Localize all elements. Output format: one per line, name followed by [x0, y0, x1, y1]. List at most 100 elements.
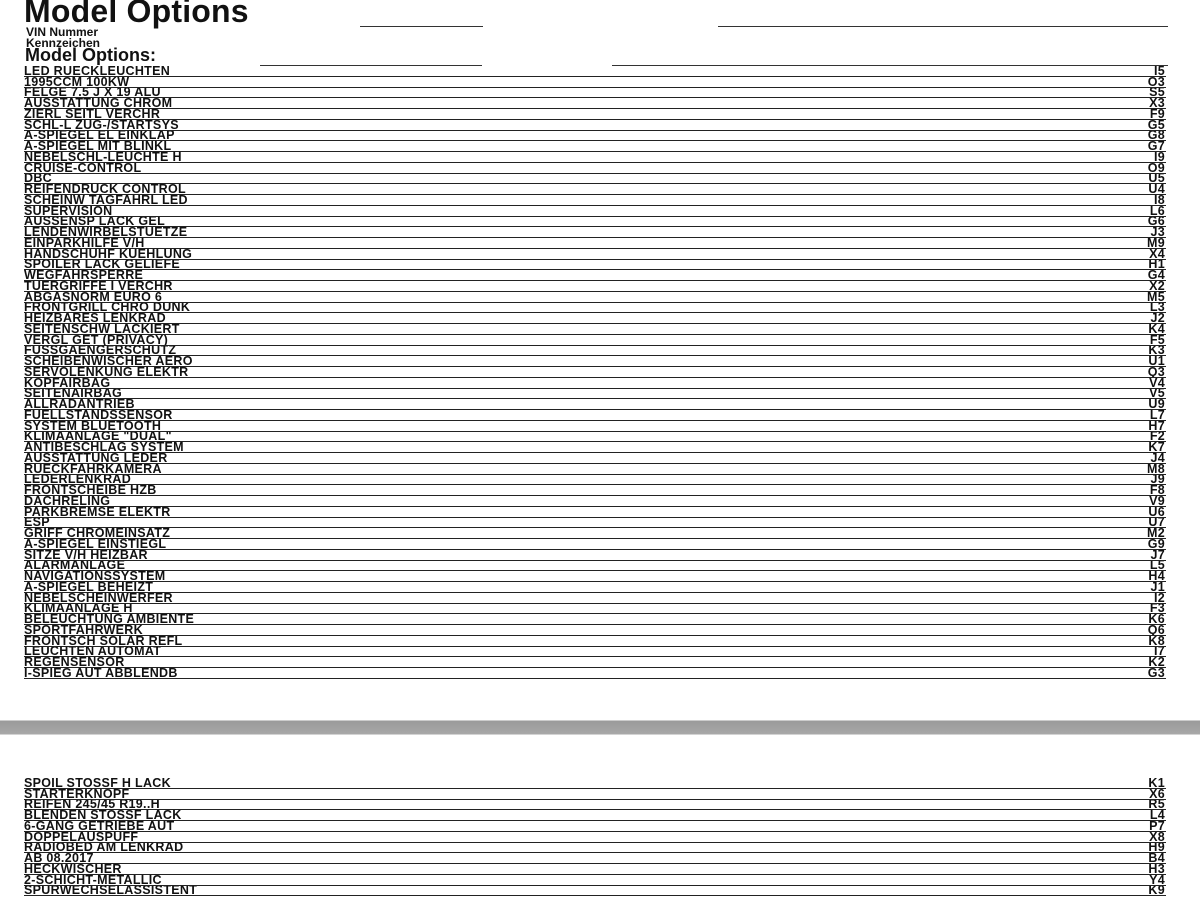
option-name: LED RUECKLEUCHTEN	[24, 66, 171, 77]
option-row: A-SPIEGEL EINSTIEGL G9	[24, 539, 1166, 550]
option-row: REIFENDRUCK CONTROL U4	[24, 184, 1166, 195]
option-row: DACHRELING V9	[24, 496, 1166, 507]
option-row: AUSSTATTUNG LEDER J4	[24, 453, 1166, 464]
option-name: KLIMAANLAGE "DUAL"	[24, 431, 172, 443]
options-list-continued: SPOIL STOSSF H LACK K1 STARTERKNOPF X6 REIFE…	[24, 778, 1166, 897]
option-name: BELEUCHTUNG AMBIENTE	[24, 614, 195, 625]
option-code: V4	[1149, 377, 1165, 389]
option-code: G5	[1147, 119, 1165, 131]
option-name: 1995CCM 100KW	[24, 76, 130, 88]
option-name: I-SPIEG AUT ABBLENDB	[24, 668, 178, 679]
option-name: SCHL-L ZUG-/STARTSYS	[24, 119, 179, 131]
option-row: BLENDEN STOSSF LACK L4	[24, 810, 1166, 821]
option-row: SPOILER LACK GELIEFE H1	[24, 260, 1166, 271]
option-name: SEITENAIRBAG	[24, 388, 123, 400]
option-code: X4	[1149, 248, 1165, 260]
option-code: G3	[1147, 668, 1165, 679]
option-name: DOPPELAUSPUFF	[24, 831, 139, 843]
option-row: SITZE V/H HEIZBAR J7	[24, 550, 1166, 561]
option-name: FUSSGAENGERSCHUTZ	[24, 345, 177, 357]
option-name: SITZE V/H HEIZBAR	[24, 549, 148, 561]
option-name: VERGL GET (PRIVACY)	[24, 334, 169, 346]
option-name: A-SPIEGEL MIT BLINKL	[24, 141, 172, 152]
option-code: H3	[1148, 864, 1165, 875]
option-name: DACHRELING	[24, 496, 111, 507]
option-name: 6-GANG GETRIEBE AUT	[24, 821, 175, 832]
option-row: SEITENAIRBAG V5	[24, 389, 1166, 400]
option-name: AUSSTATTUNG CHROM	[24, 98, 173, 109]
option-name: SPOILER LACK GELIEFE	[24, 259, 181, 271]
option-name: SCHEIBENWISCHER AERO	[24, 356, 193, 367]
option-name: LENDENWIRBELSTUETZE	[24, 227, 188, 238]
option-row: HANDSCHUHF KUEHLUNG X4	[24, 249, 1166, 260]
option-row: SPURWECHSELASSISTENT K9	[24, 886, 1166, 897]
option-row: ESP U7	[24, 518, 1166, 529]
option-code: R5	[1148, 799, 1165, 811]
option-code: X2	[1149, 281, 1165, 292]
option-code: X3	[1149, 98, 1165, 109]
option-row: RADIOBED AM LENKRAD H9	[24, 843, 1166, 854]
option-name: SPURWECHSELASSISTENT	[24, 885, 198, 897]
option-name: REGENSENSOR	[24, 657, 125, 668]
options-list: LED RUECKLEUCHTEN I5 1995CCM 100KW O3 FELGE …	[24, 66, 1166, 679]
option-code: X8	[1149, 831, 1165, 843]
option-row: REGENSENSOR K2	[24, 657, 1166, 668]
option-name: A-SPIEGEL EL EINKLAP	[24, 130, 175, 142]
option-code: H9	[1148, 842, 1165, 854]
option-row: ZIERL SEITL VERCHR F9	[24, 109, 1166, 120]
option-row: NEBELSCHL-LEUCHTE H I9	[24, 152, 1166, 163]
option-code: U9	[1148, 399, 1165, 410]
option-code: K9	[1148, 885, 1165, 897]
option-name: HANDSCHUHF KUEHLUNG	[24, 248, 193, 260]
option-row: NAVIGATIONSSYSTEM H4	[24, 571, 1166, 582]
option-name: GRIFF CHROMEINSATZ	[24, 528, 171, 539]
option-code: J4	[1150, 453, 1165, 464]
option-row: SEITENSCHW LACKIERT K4	[24, 324, 1166, 335]
option-name: 2-SCHICHT-METALLIC	[24, 874, 162, 886]
option-name: FELGE 7.5 J X 19 ALU	[24, 87, 161, 99]
option-code: K1	[1148, 778, 1165, 789]
option-name: NEBELSCHL-LEUCHTE H	[24, 152, 182, 163]
option-code: F9	[1149, 109, 1165, 120]
option-code: O3	[1147, 76, 1165, 88]
option-row: TUERGRIFFE I VERCHR X2	[24, 281, 1166, 292]
option-row: 2-SCHICHT-METALLIC Y4	[24, 875, 1166, 886]
model-options-heading: Model Options:	[25, 45, 156, 65]
option-name: KLIMAANLAGE H	[24, 603, 133, 615]
option-name: AUSSENSP LACK GEL	[24, 216, 166, 228]
option-code: G8	[1147, 130, 1165, 142]
option-code: U4	[1148, 184, 1165, 195]
option-row: KLIMAANLAGE H F3	[24, 604, 1166, 615]
option-code: L6	[1149, 205, 1165, 217]
option-row: FRONTGRILL CHRO DUNK L3	[24, 303, 1166, 314]
option-name: SYSTEM BLUETOOTH	[24, 420, 162, 432]
option-row: I-SPIEG AUT ABBLENDB G3	[24, 668, 1166, 679]
option-name: SPORTFAHRWERK	[24, 625, 143, 636]
option-name: ABGASNORM EURO 6	[24, 291, 163, 303]
option-row: FUSSGAENGERSCHUTZ K3	[24, 346, 1166, 357]
option-name: ESP	[24, 517, 50, 529]
option-row: NEBELSCHEINWERFER I2	[24, 593, 1166, 604]
option-row: VERGL GET (PRIVACY) F5	[24, 335, 1166, 346]
option-row: SYSTEM BLUETOOTH H7	[24, 421, 1166, 432]
option-code: I8	[1153, 195, 1165, 206]
option-code: K7	[1148, 442, 1165, 453]
option-code: G4	[1147, 270, 1165, 281]
option-code: J9	[1150, 474, 1165, 486]
title-underline-right	[718, 26, 1168, 27]
option-row: DBC U5	[24, 174, 1166, 185]
option-row: LED RUECKLEUCHTEN I5	[24, 66, 1166, 77]
option-row: SUPERVISION L6	[24, 206, 1166, 217]
option-code: M8	[1147, 463, 1165, 475]
option-row: GRIFF CHROMEINSATZ M2	[24, 528, 1166, 539]
document-page-1: Model Options VIN Nummer Kennzeichen Mod…	[0, 0, 1200, 712]
option-row: SERVOLENKUNG ELEKTR Q3	[24, 367, 1166, 378]
option-code: M5	[1147, 291, 1165, 303]
option-row: AUSSENSP LACK GEL G6	[24, 217, 1166, 228]
option-code: U6	[1148, 506, 1165, 518]
option-name: FRONTSCH SOLAR REFL	[24, 635, 183, 647]
option-name: REIFENDRUCK CONTROL	[24, 184, 186, 195]
option-row: ANTIBESCHLAG SYSTEM K7	[24, 442, 1166, 453]
option-row: DOPPELAUSPUFF X8	[24, 832, 1166, 843]
option-row: LEDERLENKRAD J9	[24, 475, 1166, 486]
